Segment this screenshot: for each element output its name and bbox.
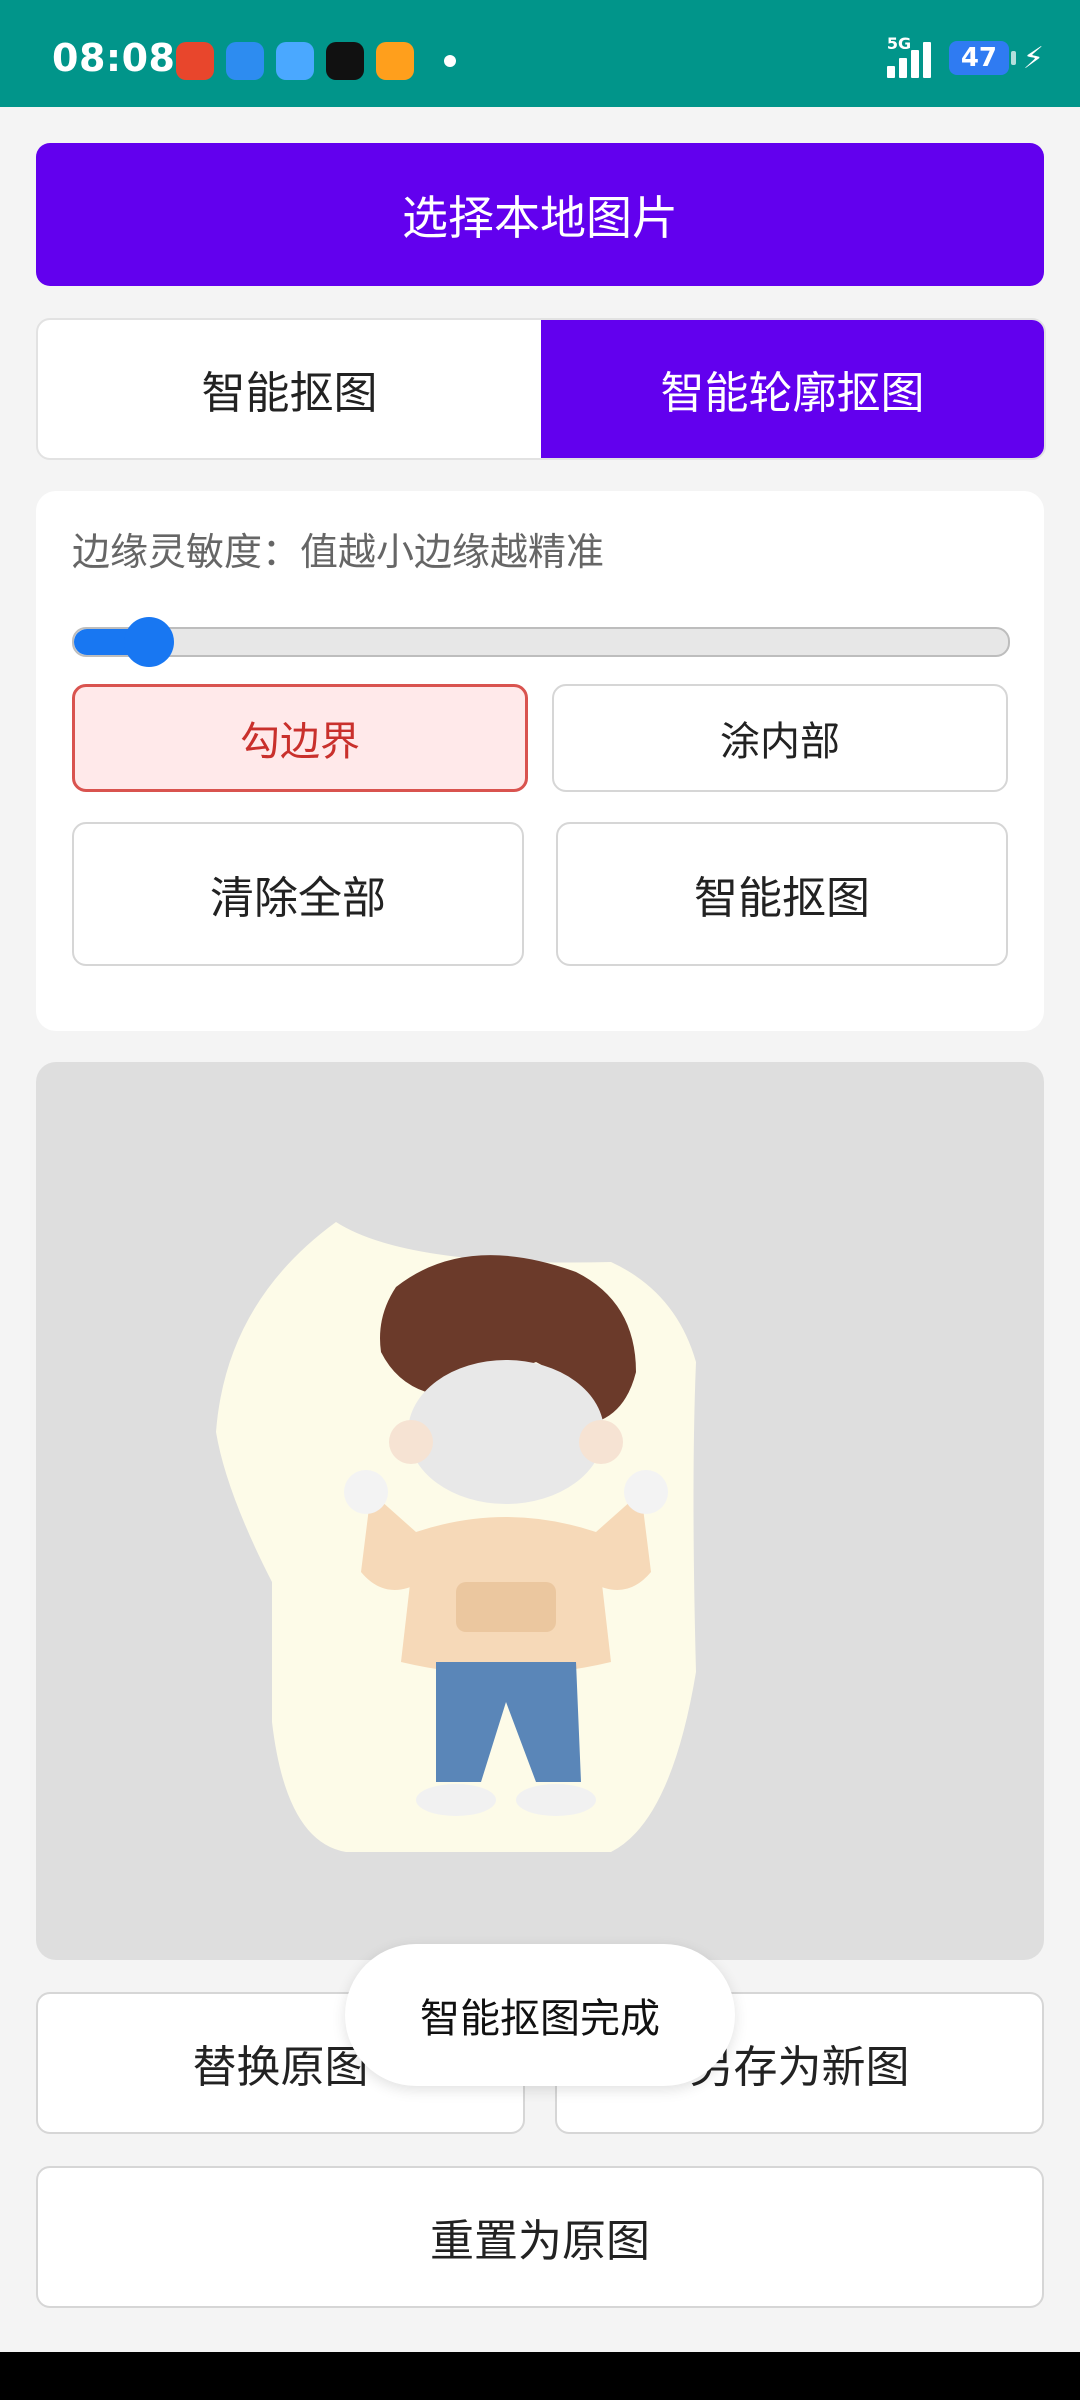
slider-thumb[interactable] bbox=[123, 617, 174, 667]
mode-tabs: 智能抠图 智能轮廓抠图 bbox=[36, 318, 1046, 460]
cutout-character-illustration bbox=[216, 1222, 696, 1852]
more-notifications-dot-icon bbox=[444, 55, 456, 67]
select-local-image-button[interactable]: 选择本地图片 bbox=[36, 143, 1044, 286]
status-time: 08:08 bbox=[52, 36, 176, 80]
settings-card: 边缘灵敏度：值越小边缘越精准 勾边界 涂内部 清除全部 智能抠图 bbox=[36, 491, 1044, 1031]
paint-inside-button[interactable]: 涂内部 bbox=[552, 684, 1008, 792]
browser-app-icon bbox=[226, 42, 264, 80]
image-canvas[interactable] bbox=[36, 1062, 1044, 1960]
sensitivity-slider[interactable] bbox=[72, 617, 1010, 667]
sensitivity-hint: 边缘灵敏度：值越小边缘越精准 bbox=[72, 530, 605, 574]
clear-all-button[interactable]: 清除全部 bbox=[72, 822, 524, 966]
reset-to-original-button[interactable]: 重置为原图 bbox=[36, 2166, 1044, 2308]
charging-icon: ⚡ bbox=[1022, 40, 1044, 76]
outline-boundary-button[interactable]: 勾边界 bbox=[72, 684, 528, 792]
status-bar: 08:08 5G 47 ⚡ bbox=[0, 0, 1080, 107]
tiktok-app-icon bbox=[326, 42, 364, 80]
battery-icon: 47 bbox=[948, 41, 1016, 75]
video-app-icon bbox=[376, 42, 414, 80]
signal-icon: 5G bbox=[873, 34, 935, 78]
weather-app-icon bbox=[276, 42, 314, 80]
tab-smart-contour-cutout[interactable]: 智能轮廓抠图 bbox=[541, 320, 1044, 458]
network-type: 5G bbox=[886, 34, 912, 53]
smart-cutout-button[interactable]: 智能抠图 bbox=[556, 822, 1008, 966]
system-navigation-bar bbox=[0, 2352, 1080, 2400]
shop-app-icon bbox=[176, 42, 214, 80]
battery-level: 47 bbox=[960, 43, 998, 73]
toast-message: 智能抠图完成 bbox=[345, 1944, 735, 2086]
tab-smart-cutout[interactable]: 智能抠图 bbox=[38, 320, 541, 458]
notification-icons bbox=[176, 42, 456, 80]
